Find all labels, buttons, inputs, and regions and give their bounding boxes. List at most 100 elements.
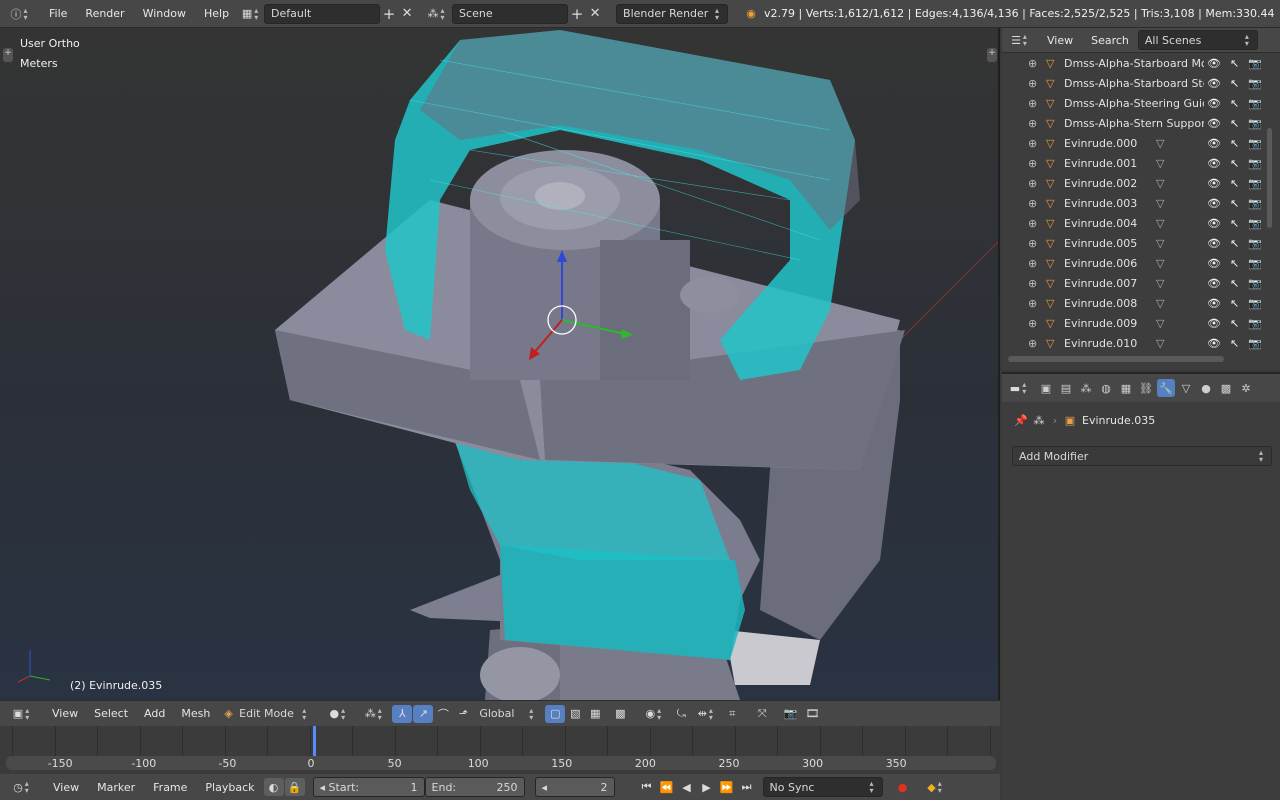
- visibility-eye-icon[interactable]: 👁: [1207, 57, 1221, 70]
- outliner-item[interactable]: ⊕ ▽ Evinrude.009 ▽ 👁 ↖ 📷: [1002, 313, 1264, 333]
- menu-view[interactable]: View: [44, 707, 86, 720]
- render-restrict-icon[interactable]: 📷: [1248, 137, 1262, 150]
- data-tab-icon[interactable]: ▽: [1177, 379, 1195, 397]
- translate-manipulator-icon[interactable]: ↗: [413, 704, 434, 723]
- display-mode-select[interactable]: All Scenes ▴ ▾: [1137, 30, 1258, 50]
- timeline-area[interactable]: -150 -100 -50 0 50 100 150 200 250 300 350: [0, 726, 1000, 774]
- visibility-eye-icon[interactable]: 👁: [1207, 297, 1221, 310]
- select-restrict-icon[interactable]: ↖: [1230, 57, 1239, 70]
- manipulator-toggle-icon[interactable]: ⅄: [392, 704, 413, 723]
- visibility-eye-icon[interactable]: 👁: [1207, 137, 1221, 150]
- properties-region-toggle-icon[interactable]: +: [987, 48, 997, 62]
- render-restrict-icon[interactable]: 📷: [1248, 217, 1262, 230]
- visibility-eye-icon[interactable]: 👁: [1207, 77, 1221, 90]
- outliner-item[interactable]: ⊕ ▽ Evinrude.000 ▽ 👁 ↖ 📷: [1002, 133, 1264, 153]
- visibility-eye-icon[interactable]: 👁: [1207, 277, 1221, 290]
- outliner-editor-icon[interactable]: ☰ ▴ ▾: [1002, 33, 1038, 48]
- menu-timeline-view[interactable]: View: [44, 781, 88, 794]
- vertex-select-icon[interactable]: ▢: [545, 704, 566, 723]
- keying-set-icon[interactable]: ◆ ▴ ▾: [919, 780, 953, 795]
- render-restrict-icon[interactable]: 📷: [1248, 317, 1262, 330]
- render-restrict-icon[interactable]: 📷: [1248, 77, 1262, 90]
- play-icon[interactable]: ▶: [697, 781, 717, 794]
- add-modifier-button[interactable]: Add Modifier ▴ ▾: [1012, 446, 1272, 466]
- menu-mesh[interactable]: Mesh: [173, 707, 218, 720]
- menu-render[interactable]: Render: [76, 7, 133, 20]
- menu-window[interactable]: Window: [134, 7, 195, 20]
- pin-icon[interactable]: 📌: [1012, 414, 1030, 427]
- menu-help[interactable]: Help: [195, 7, 238, 20]
- expand-toggle-icon[interactable]: ⊕: [1028, 117, 1037, 130]
- start-frame-field[interactable]: ◂ Start: 1: [312, 777, 425, 797]
- expand-toggle-icon[interactable]: ⊕: [1028, 237, 1037, 250]
- expand-toggle-icon[interactable]: ⊕: [1028, 297, 1037, 310]
- menu-select[interactable]: Select: [86, 707, 136, 720]
- render-restrict-icon[interactable]: 📷: [1248, 97, 1262, 110]
- expand-toggle-icon[interactable]: ⊕: [1028, 157, 1037, 170]
- visibility-eye-icon[interactable]: 👁: [1207, 317, 1221, 330]
- expand-toggle-icon[interactable]: ⊕: [1028, 317, 1037, 330]
- add-layout-button[interactable]: +: [380, 5, 398, 23]
- outliner-item[interactable]: ⊕ ▽ Evinrude.001 ▽ 👁 ↖ 📷: [1002, 153, 1264, 173]
- expand-toggle-icon[interactable]: ⊕: [1028, 177, 1037, 190]
- transform-orientation-select[interactable]: Global ▴ ▾: [473, 703, 542, 724]
- select-restrict-icon[interactable]: ↖: [1230, 317, 1239, 330]
- expand-toggle-icon[interactable]: ⊕: [1028, 257, 1037, 270]
- render-restrict-icon[interactable]: 📷: [1248, 197, 1262, 210]
- world-tab-icon[interactable]: ◍: [1097, 379, 1115, 397]
- visibility-eye-icon[interactable]: 👁: [1207, 197, 1221, 210]
- jump-end-icon[interactable]: ⏭: [737, 780, 757, 794]
- select-restrict-icon[interactable]: ↖: [1230, 177, 1239, 190]
- select-restrict-icon[interactable]: ↖: [1230, 97, 1239, 110]
- remove-scene-button[interactable]: ✕: [586, 6, 604, 21]
- outliner-item[interactable]: ⊕ ▽ Evinrude.006 ▽ 👁 ↖ 📷: [1002, 253, 1264, 273]
- expand-toggle-icon[interactable]: ⊕: [1028, 137, 1037, 150]
- play-reverse-icon[interactable]: ◀: [677, 781, 697, 794]
- select-restrict-icon[interactable]: ↖: [1230, 337, 1239, 350]
- toolshelf-toggle-icon[interactable]: +: [3, 48, 13, 62]
- info-editor-icon[interactable]: ⓘ ▴ ▾: [0, 6, 40, 22]
- opengl-render-icon[interactable]: 📷: [779, 707, 801, 720]
- prev-keyframe-icon[interactable]: ⏪: [657, 781, 677, 794]
- outliner-item[interactable]: ⊕ ▽ Evinrude.003 ▽ 👁 ↖ 📷: [1002, 193, 1264, 213]
- menu-playback[interactable]: Playback: [196, 781, 263, 794]
- editor-type-icon[interactable]: ▣ ▴ ▾: [0, 706, 44, 721]
- outliner-menu-search[interactable]: Search: [1082, 34, 1138, 47]
- expand-toggle-icon[interactable]: ⊕: [1028, 337, 1037, 350]
- render-restrict-icon[interactable]: 📷: [1248, 117, 1262, 130]
- select-restrict-icon[interactable]: ↖: [1230, 297, 1239, 310]
- snap-toggle-icon[interactable]: ⌗: [721, 707, 743, 721]
- current-frame-indicator[interactable]: [313, 726, 316, 756]
- modifiers-tab-icon[interactable]: 🔧: [1157, 379, 1175, 397]
- face-select-icon[interactable]: ▦: [585, 705, 605, 723]
- scene-icon[interactable]: ⁂ ▴ ▾: [422, 6, 452, 21]
- sync-mode-select[interactable]: No Sync ▴ ▾: [762, 777, 883, 797]
- render-restrict-icon[interactable]: 📷: [1248, 297, 1262, 310]
- render-restrict-icon[interactable]: 📷: [1248, 257, 1262, 270]
- falloff-icon[interactable]: ⤿: [671, 707, 691, 721]
- select-restrict-icon[interactable]: ↖: [1230, 157, 1239, 170]
- layout-field[interactable]: Default: [264, 3, 381, 24]
- visibility-eye-icon[interactable]: 👁: [1207, 177, 1221, 190]
- scene-field[interactable]: Scene: [452, 3, 569, 24]
- select-restrict-icon[interactable]: ↖: [1230, 137, 1239, 150]
- scene-tab-icon[interactable]: ⁂: [1077, 379, 1095, 397]
- expand-toggle-icon[interactable]: ⊕: [1028, 97, 1037, 110]
- properties-editor-icon[interactable]: ▬ ▴ ▾: [1002, 381, 1036, 396]
- 3d-viewport[interactable]: User Ortho Meters (2) Evinrude.035 + +: [0, 28, 1000, 700]
- select-restrict-icon[interactable]: ↖: [1230, 217, 1239, 230]
- outliner-item[interactable]: ⊕ ▽ Evinrude.008 ▽ 👁 ↖ 📷: [1002, 293, 1264, 313]
- lock-icon[interactable]: 🔒: [284, 778, 305, 796]
- snap-element-icon[interactable]: ⇹ ▴ ▾: [691, 706, 721, 721]
- outliner-item[interactable]: ⊕ ▽ Evinrude.004 ▽ 👁 ↖ 📷: [1002, 213, 1264, 233]
- visibility-eye-icon[interactable]: 👁: [1207, 237, 1221, 250]
- render-engine-select[interactable]: Blender Render ▴ ▾: [616, 3, 729, 24]
- outliner-item[interactable]: ⊕ ▽ Evinrude.010 ▽ 👁 ↖ 📷: [1002, 333, 1264, 353]
- add-scene-button[interactable]: +: [568, 5, 586, 23]
- outliner-vertical-scrollbar[interactable]: [1267, 128, 1272, 228]
- menu-file[interactable]: File: [40, 7, 76, 20]
- visibility-eye-icon[interactable]: 👁: [1207, 257, 1221, 270]
- remove-layout-button[interactable]: ✕: [398, 6, 416, 21]
- pivot-point-icon[interactable]: ⁂ ▴ ▾: [356, 706, 392, 721]
- outliner-item[interactable]: ⊕ ▽ Dmss-Alpha-Stern Support 👁 ↖ 📷: [1002, 113, 1264, 133]
